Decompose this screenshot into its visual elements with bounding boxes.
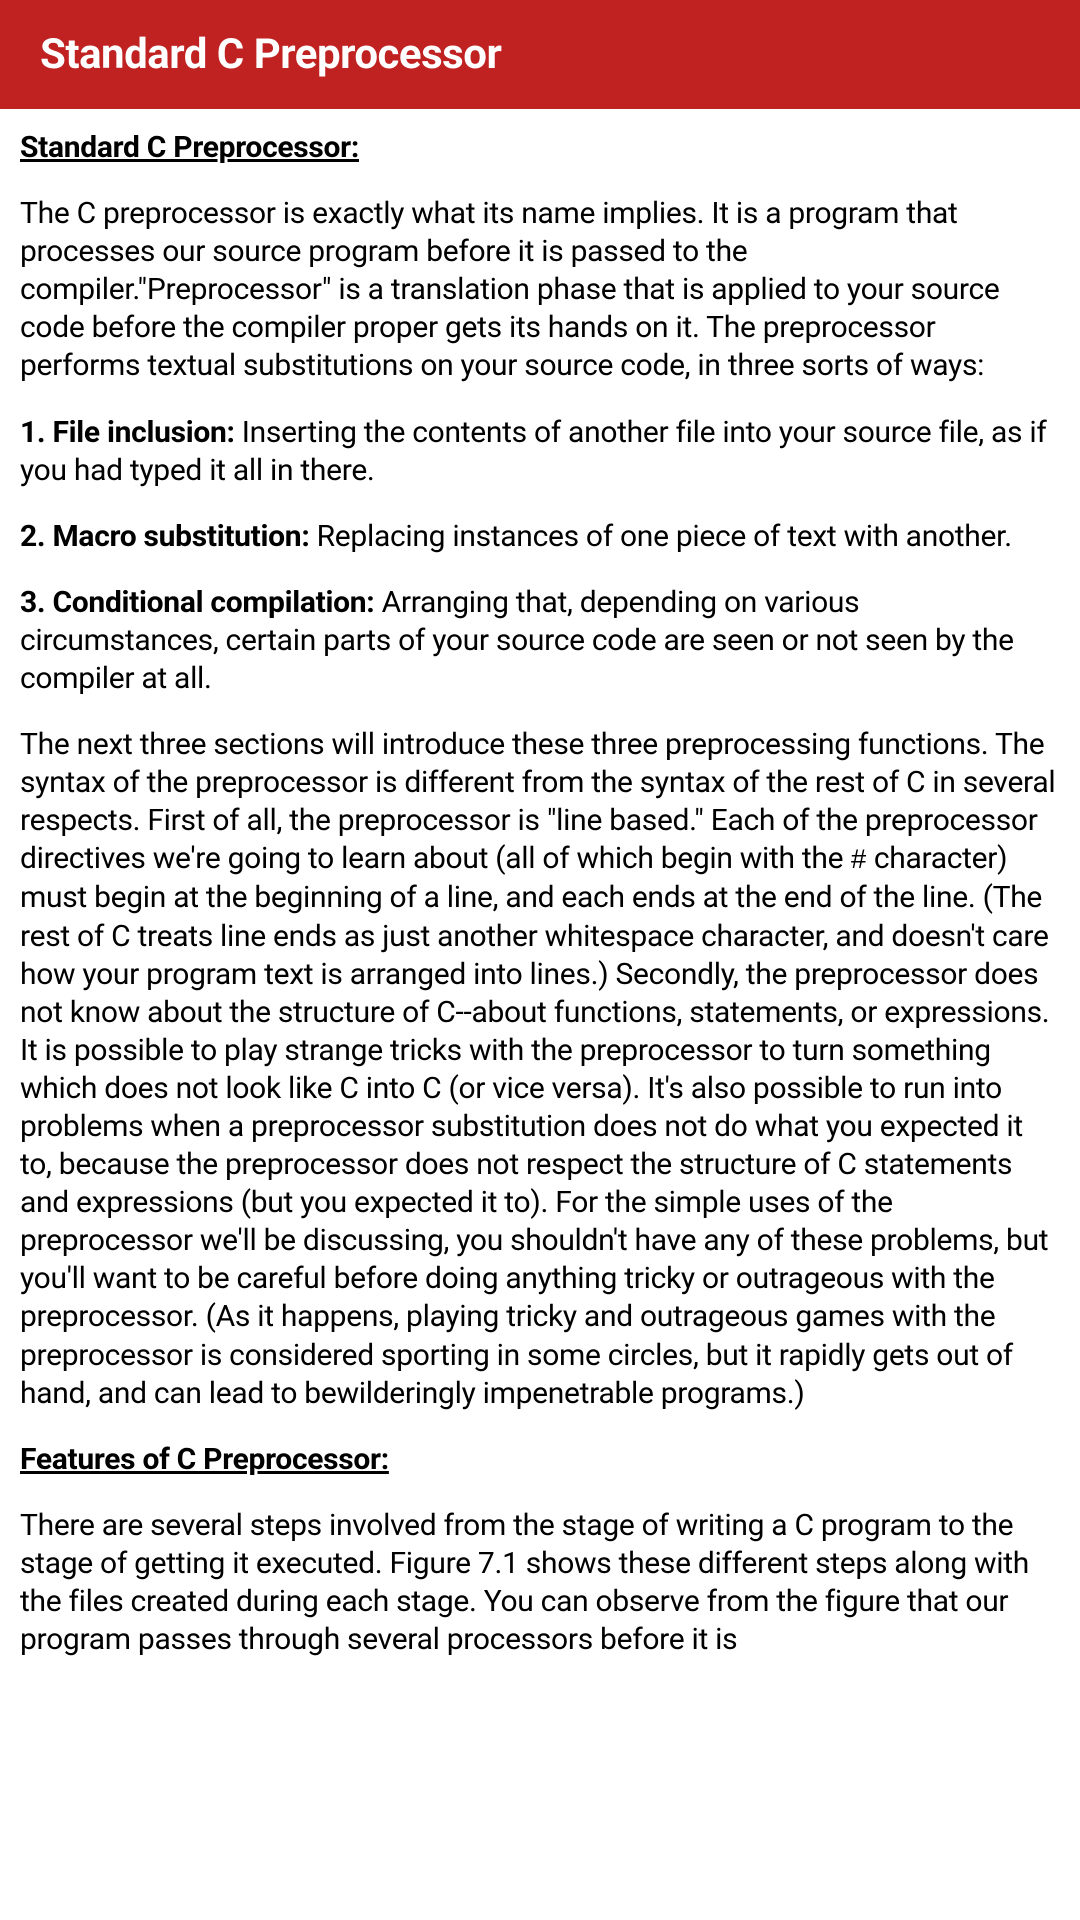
- list-item-2-text: Replacing instances of one piece of text…: [309, 519, 1011, 554]
- section-heading-preprocessor: Standard C Preprocessor:: [20, 129, 1060, 167]
- hash-char: #: [850, 846, 866, 877]
- main-content: Standard C Preprocessor: The C preproces…: [0, 109, 1080, 1659]
- list-item-1: 1. File inclusion: Inserting the content…: [20, 414, 1060, 490]
- intro-paragraph: The C preprocessor is exactly what its n…: [20, 195, 1060, 385]
- list-item-1-label: 1. File inclusion:: [20, 415, 235, 450]
- list-item-2: 2. Macro substitution: Replacing instanc…: [20, 518, 1060, 556]
- list-item-3: 3. Conditional compilation: Arranging th…: [20, 584, 1060, 698]
- features-paragraph: There are several steps involved from th…: [20, 1507, 1060, 1659]
- page-header: Standard C Preprocessor: [0, 0, 1080, 109]
- explanation-text-b: character) must begin at the beginning o…: [20, 841, 1049, 1410]
- section-heading-features: Features of C Preprocessor:: [20, 1441, 1060, 1479]
- list-item-3-label: 3. Conditional compilation:: [20, 585, 374, 620]
- page-title: Standard C Preprocessor: [40, 30, 501, 79]
- list-item-2-label: 2. Macro substitution:: [20, 519, 309, 554]
- explanation-paragraph: The next three sections will introduce t…: [20, 726, 1060, 1413]
